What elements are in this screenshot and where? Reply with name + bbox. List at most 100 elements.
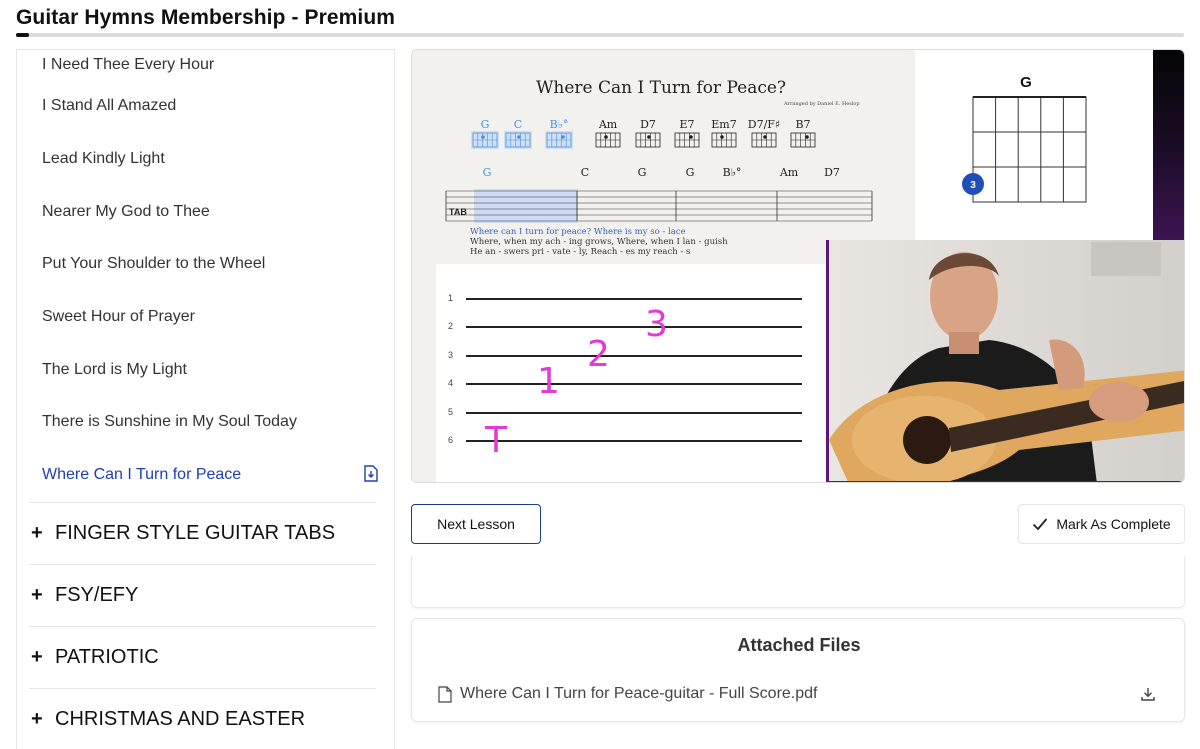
staff-chord-name: Am [779,166,799,179]
tab-lesson-overlay: 1 2 3 4 5 6 T 1 2 3 [436,264,826,483]
section-christmas-easter[interactable]: +CHRISTMAS AND EASTER [29,688,376,749]
finger-2-label: 2 [587,334,610,375]
chord-diagram-name: C [514,118,522,131]
lyrics-line-3: He an - swers pri - vate - ly, Reach - e… [470,247,690,257]
finger-3-label: 3 [645,304,668,345]
tab-string-number: 5 [448,407,453,417]
chord-fretboard: 3 [915,50,1153,240]
chord-diagram-name: B7 [795,118,810,131]
chord-diagram-dot [647,135,651,139]
attached-files-card: Attached Files Where Can I Turn for Peac… [411,618,1185,722]
chord-diagram-panel: G 3 [915,50,1153,240]
lesson-label: Nearer My God to Thee [42,203,210,221]
expand-plus-icon: + [31,646,55,669]
lesson-sidebar: I Need Thee Every Hour I Stand All Amaze… [16,49,395,749]
instructor-image [829,240,1185,483]
download-icon[interactable] [1140,686,1156,702]
tab-string-line [466,440,802,442]
chord-diagram-dot [763,135,767,139]
course-progress-bar [16,33,1184,37]
lesson-label: There is Sunshine in My Soul Today [42,413,297,431]
lesson-label: Sweet Hour of Prayer [42,308,195,326]
course-progress-fill [16,33,29,37]
section-finger-style[interactable]: +FINGER STYLE GUITAR TABS [29,502,376,564]
chord-diagram-name: Am [598,118,618,131]
video-background [1153,50,1185,240]
lesson-item[interactable]: Sweet Hour of Prayer [17,291,394,344]
chord-diagram-name: D7 [640,118,656,131]
section-fsy-efy[interactable]: +FSY/EFY [29,564,376,626]
attached-files-title: Attached Files [412,635,1186,656]
lesson-item[interactable]: Lead Kindly Light [17,133,394,186]
section-label: FSY/EFY [55,584,138,607]
tab-string-line [466,383,802,385]
staff-chord-name: G [686,166,695,179]
lesson-label: Put Your Shoulder to the Wheel [42,255,265,273]
expand-plus-icon: + [31,522,55,545]
staff-chord-name: D7 [824,166,840,179]
next-lesson-button[interactable]: Next Lesson [411,504,541,544]
tab-string-number: 2 [448,321,453,331]
section-label: PATRIOTIC [55,646,159,669]
thumb-label: T [485,420,507,461]
document-icon [438,686,452,703]
lesson-label: The Lord is My Light [42,361,187,379]
lesson-description-card [411,556,1185,608]
chord-diagram-dot [689,135,693,139]
chord-diagram-dot [604,135,608,139]
lesson-item-active[interactable]: Where Can I Turn for Peace [17,449,394,502]
selection-highlight [474,189,578,223]
section-label: FINGER STYLE GUITAR TABS [55,522,335,545]
tab-string-number: 3 [448,350,453,360]
instructor-webcam [826,240,1185,483]
header: Guitar Hymns Membership - Premium [16,6,1186,30]
chord-diagram-dot [720,135,724,139]
chord-diagram-dot [561,135,565,139]
finger-1-label: 1 [537,361,560,402]
tab-string-number: 1 [448,293,453,303]
mark-complete-label: Mark As Complete [1056,516,1170,532]
lesson-item[interactable]: Put Your Shoulder to the Wheel [17,238,394,291]
lyrics-line-2: Where, when my ach - ing grows, Where, w… [470,237,728,247]
chord-diagram-dot [805,135,809,139]
file-link[interactable]: Where Can I Turn for Peace-guitar - Full… [438,685,817,703]
lesson-item[interactable]: I Stand All Amazed [17,80,394,133]
lesson-label: Lead Kindly Light [42,150,165,168]
tab-string-number: 6 [448,435,453,445]
staff-chord-name: B♭° [723,166,742,179]
mark-complete-button[interactable]: Mark As Complete [1018,504,1185,544]
expand-plus-icon: + [31,584,55,607]
lesson-item[interactable]: I Need Thee Every Hour [17,50,394,80]
chord-diagram-dot [517,135,521,139]
tab-string-number: 4 [448,378,453,388]
chord-diagram-name: Em7 [711,118,736,131]
checkmark-icon [1032,517,1048,531]
lesson-label: I Stand All Amazed [42,97,176,115]
expand-plus-icon: + [31,708,55,731]
finger-dot-label: 3 [970,180,976,191]
tab-string-line [466,412,802,414]
lesson-label: I Need Thee Every Hour [42,56,214,74]
page-title: Guitar Hymns Membership - Premium [16,6,1186,30]
chord-diagram-name: G [481,118,490,131]
staff-chord-name: C [581,166,589,179]
chord-diagram-name: B♭° [550,118,569,131]
lesson-item[interactable]: There is Sunshine in My Soul Today [17,396,394,449]
lesson-item[interactable]: Nearer My God to Thee [17,185,394,238]
tab-string-line [466,298,802,300]
lesson-item[interactable]: The Lord is My Light [17,343,394,396]
tab-string-line [466,326,802,328]
file-name: Where Can I Turn for Peace-guitar - Full… [460,685,817,703]
file-download-icon[interactable] [364,465,378,482]
tab-clef: TAB [449,207,467,217]
chord-diagram-name: E7 [679,118,694,131]
staff-chord-name: G [638,166,647,179]
section-patriotic[interactable]: +PATRIOTIC [29,626,376,688]
section-label: CHRISTMAS AND EASTER [55,708,305,731]
staff-chord-name: G [483,166,492,179]
lyrics-line-1: Where can I turn for peace? Where is my … [470,227,686,237]
chord-diagram-name: D7/F♯ [748,118,780,131]
chord-diagram-dot [481,135,485,139]
lesson-video[interactable]: Where Can I Turn for Peace? Arranged by … [411,49,1185,483]
lesson-label: Where Can I Turn for Peace [42,466,241,484]
